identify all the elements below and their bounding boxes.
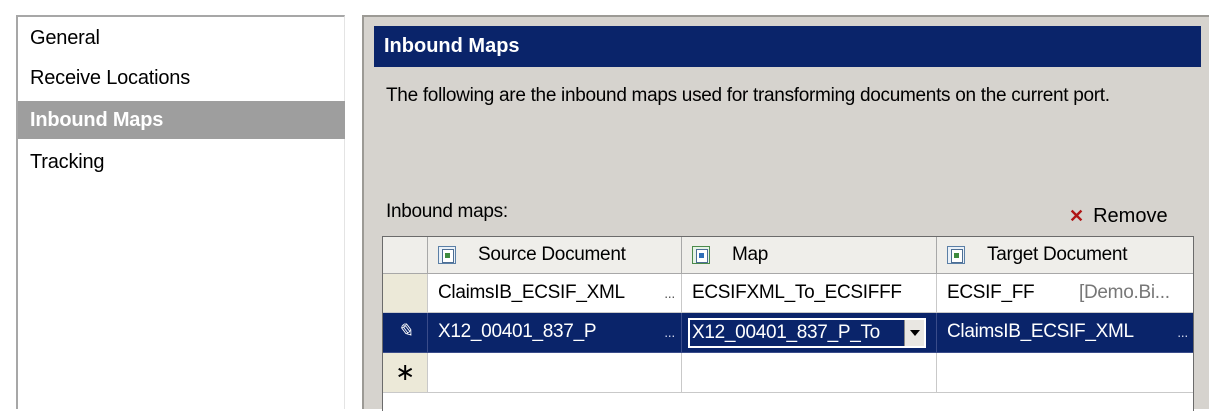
target-document-cell[interactable]: ECSIF_FF [Demo.Bi...	[937, 274, 1193, 313]
nav-item-receive-locations[interactable]: Receive Locations	[18, 59, 345, 97]
pencil-icon: ✎	[397, 321, 413, 342]
red-x-icon: ✕	[1069, 206, 1085, 226]
source-document-cell[interactable]: ClaimsIB_ECSIF_XML...	[428, 274, 682, 313]
new-row-cell[interactable]	[682, 353, 937, 393]
map-icon	[692, 246, 710, 264]
panel-description: The following are the inbound maps used …	[386, 85, 1110, 106]
row-header-selected[interactable]: ✎	[383, 313, 428, 353]
target-document-cell[interactable]: ClaimsIB_ECSIF_XML...	[937, 313, 1193, 353]
document-schema-icon	[947, 246, 965, 264]
column-header-label: Map	[732, 244, 769, 265]
column-header-target-document[interactable]: Target Document	[937, 237, 1193, 274]
map-dropdown[interactable]: X12_00401_837_P_To	[688, 318, 926, 348]
column-header-label: Source Document	[478, 244, 626, 265]
nav-item-inbound-maps[interactable]: Inbound Maps	[18, 101, 345, 139]
inbound-maps-grid: Source Document Map Target Document Clai…	[382, 236, 1194, 411]
nav-item-tracking[interactable]: Tracking	[18, 143, 345, 181]
row-header[interactable]	[383, 274, 428, 313]
inbound-maps-panel: Inbound Maps The following are the inbou…	[362, 15, 1209, 411]
nav-item-general[interactable]: General	[18, 19, 345, 57]
panel-title: Inbound Maps	[374, 26, 1201, 67]
new-row-marker[interactable]: ∗	[383, 353, 428, 393]
inbound-maps-label: Inbound maps:	[386, 201, 508, 222]
document-schema-icon	[438, 246, 456, 264]
remove-label: Remove	[1093, 205, 1168, 227]
map-cell[interactable]: ECSIFXML_To_ECSIFFF	[682, 274, 937, 313]
remove-button[interactable]: ✕ Remove	[1069, 203, 1179, 229]
column-header-map[interactable]: Map	[682, 237, 937, 274]
settings-nav: General Receive Locations Inbound Maps T…	[16, 15, 345, 409]
column-header-source-document[interactable]: Source Document	[428, 237, 682, 274]
new-row-cell[interactable]	[937, 353, 1193, 393]
grid-corner-header	[383, 237, 428, 274]
map-cell[interactable]: X12_00401_837_P_To	[682, 313, 937, 353]
new-row-cell[interactable]	[428, 353, 682, 393]
column-header-label: Target Document	[987, 244, 1128, 265]
chevron-down-icon[interactable]	[904, 320, 924, 346]
source-document-cell[interactable]: X12_00401_837_P...	[428, 313, 682, 353]
